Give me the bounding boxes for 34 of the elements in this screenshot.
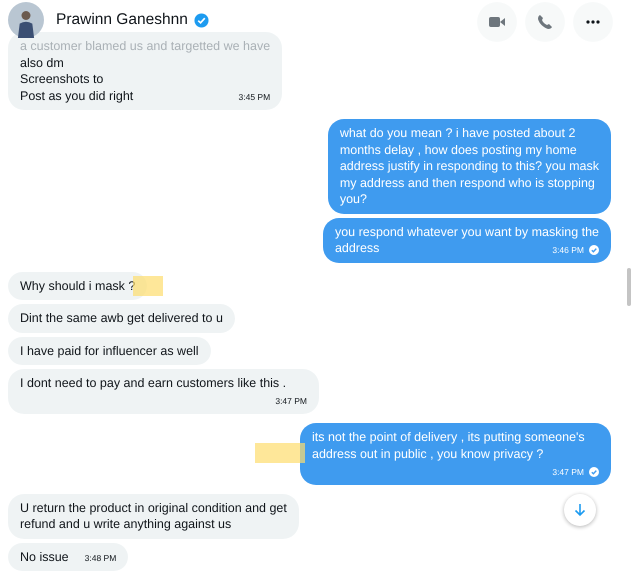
message-text: months delay , how does posting my home	[340, 142, 578, 158]
message-text: Screenshots to	[20, 71, 104, 88]
message-text: U return the product in original condition and get	[20, 500, 287, 516]
message-text: Dint the same awb get delivered to u	[20, 311, 223, 325]
message-text: address	[334, 241, 380, 255]
message-text: you respond whatever you want by masking the	[334, 224, 599, 240]
scroll-down-button[interactable]	[564, 494, 596, 526]
scrollbar-thumb[interactable]	[627, 268, 631, 306]
message-text: Why should i mask ?	[20, 278, 136, 292]
message-text: you?	[340, 192, 367, 206]
message-time: 3:46 PM	[552, 244, 584, 256]
message-text: No issue	[20, 550, 69, 564]
video-call-button[interactable]	[477, 2, 517, 42]
message-text: Post as you did right	[20, 88, 134, 102]
avatar-icon[interactable]	[8, 2, 44, 38]
arrow-down-icon	[572, 502, 588, 518]
message-text: I dont need to pay and earn customers like this .	[20, 376, 286, 390]
message-text: its not the point of delivery , its putting someone's	[312, 429, 586, 446]
message-text: what do you mean ? i have posted about 2	[340, 125, 576, 142]
message-text: address out in public , you know privacy ?	[312, 446, 544, 460]
message-text: refund and u write anything against us	[20, 517, 232, 531]
phone-icon	[536, 13, 554, 31]
message-text: a customer blamed us and targetted we have	[20, 38, 270, 54]
message-time: 3:47 PM	[275, 395, 307, 408]
call-button[interactable]	[525, 2, 565, 42]
message-text: also dm	[20, 54, 65, 71]
contact-name: Prawinn Ganeshnn	[56, 11, 188, 29]
message-text: address justify in responding to this? you mask	[340, 158, 599, 174]
message-text: I have paid for influencer as well	[20, 344, 199, 358]
message-time: 3:48 PM	[84, 552, 116, 564]
message-text: my address and then respond who is stopping	[340, 174, 596, 191]
message-time: 3:45 PM	[238, 91, 270, 104]
message-time: 3:47 PM	[552, 466, 584, 478]
more-icon	[586, 20, 600, 24]
